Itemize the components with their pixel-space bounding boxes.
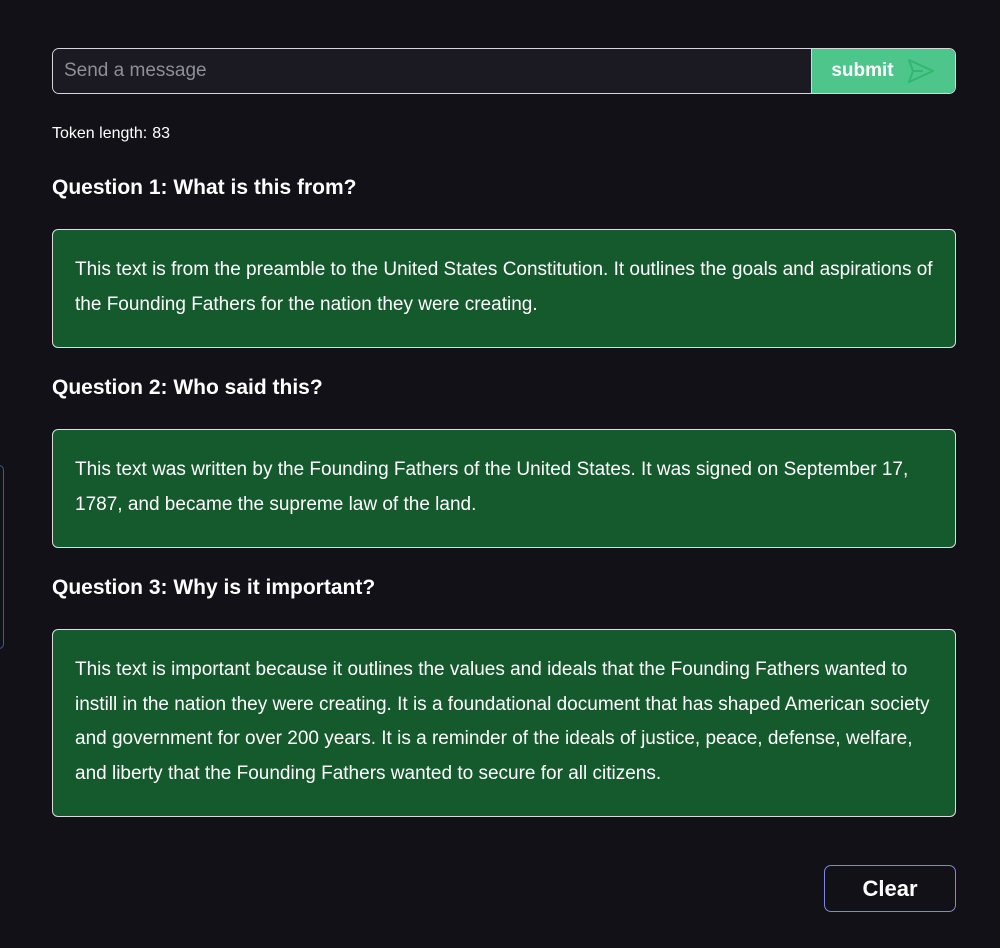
token-length-value: 83	[152, 125, 170, 142]
token-length-label: Token length:	[52, 125, 148, 142]
question-heading: Question 1: What is this from?	[52, 176, 357, 199]
answer-box: This text is from the preamble to the Un…	[52, 229, 956, 348]
question-heading: Question 3: Why is it important?	[52, 576, 376, 599]
qa-list: Question 1: What is this from? This text…	[52, 172, 956, 841]
question-heading: Question 2: Who said this?	[52, 376, 323, 399]
message-input[interactable]	[53, 49, 811, 93]
qa-item: Question 1: What is this from? This text…	[52, 172, 956, 348]
page: submit Token length: 83 Question 1: What…	[0, 0, 1000, 948]
qa-item: Question 3: Why is it important? This te…	[52, 572, 956, 817]
qa-item: Question 2: Who said this? This text was…	[52, 372, 956, 548]
message-input-row: submit	[52, 48, 956, 94]
submit-button[interactable]: submit	[811, 49, 955, 93]
submit-label: submit	[831, 60, 894, 81]
clear-button[interactable]: Clear	[824, 865, 956, 912]
answer-box: This text was written by the Founding Fa…	[52, 429, 956, 548]
token-length: Token length: 83	[52, 125, 170, 143]
side-panel-handle[interactable]	[0, 465, 4, 649]
send-icon	[906, 56, 936, 86]
answer-box: This text is important because it outlin…	[52, 629, 956, 817]
